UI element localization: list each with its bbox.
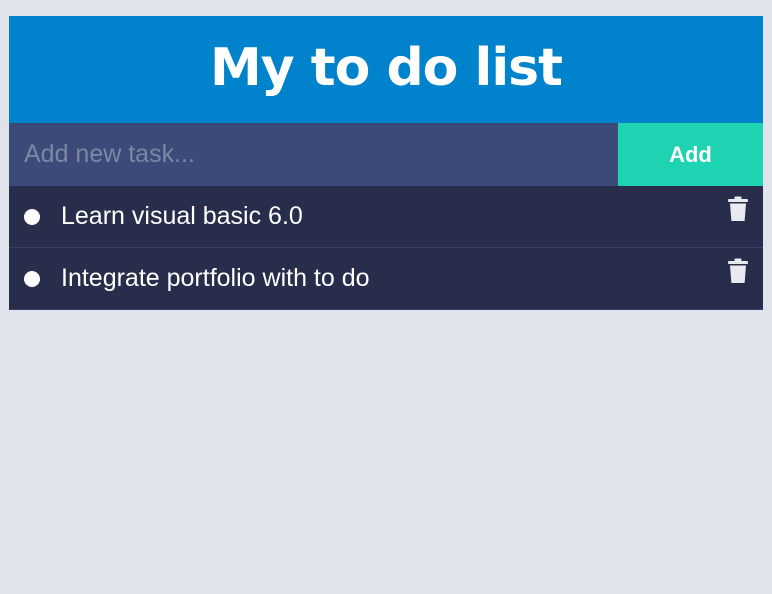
add-task-row: Add <box>9 123 763 186</box>
new-task-input[interactable] <box>9 123 618 186</box>
list-item[interactable]: Integrate portfolio with to do <box>9 248 763 310</box>
trash-icon[interactable] <box>727 258 749 284</box>
todo-app: My to do list Add Learn visual basic 6.0… <box>9 16 763 310</box>
task-list: Learn visual basic 6.0 Integrate portfol… <box>9 186 763 310</box>
bullet-icon <box>24 208 40 225</box>
task-label: Learn visual basic 6.0 <box>61 202 303 230</box>
trash-icon[interactable] <box>727 196 749 222</box>
add-button[interactable]: Add <box>618 123 763 186</box>
list-item[interactable]: Learn visual basic 6.0 <box>9 186 763 248</box>
bullet-icon <box>24 270 40 287</box>
header: My to do list <box>9 16 763 123</box>
page-title: My to do list <box>210 37 563 98</box>
task-label: Integrate portfolio with to do <box>61 264 370 292</box>
